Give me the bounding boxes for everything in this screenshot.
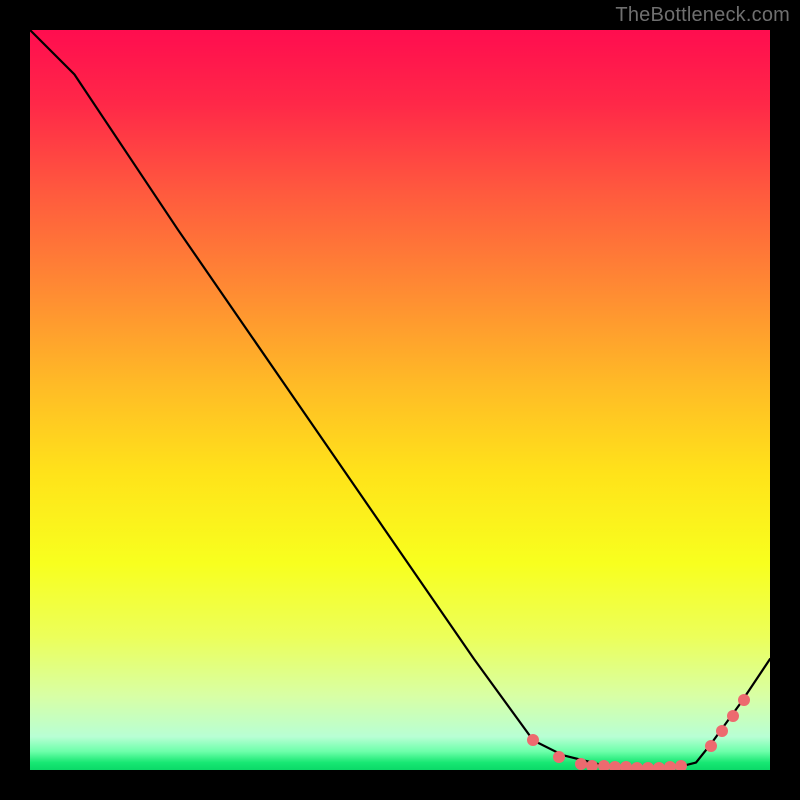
data-marker xyxy=(609,761,621,770)
data-marker xyxy=(620,761,632,770)
data-marker xyxy=(598,760,610,770)
data-marker xyxy=(727,710,739,722)
data-marker xyxy=(716,725,728,737)
data-marker xyxy=(675,760,687,770)
data-marker xyxy=(738,694,750,706)
plot-area xyxy=(30,30,770,770)
data-marker xyxy=(631,762,643,770)
chart-frame: TheBottleneck.com xyxy=(0,0,800,800)
line-layer xyxy=(30,30,770,770)
data-marker xyxy=(705,740,717,752)
data-marker xyxy=(553,751,565,763)
watermark-text: TheBottleneck.com xyxy=(615,4,790,27)
curve-path xyxy=(30,30,770,769)
